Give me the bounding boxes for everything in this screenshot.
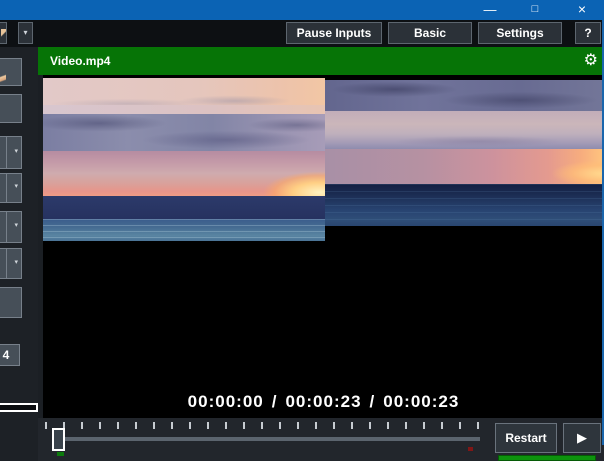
- sidebar-split-button-2[interactable]: ▾: [0, 173, 22, 203]
- sidebar-badge-button[interactable]: 4: [0, 344, 20, 366]
- play-button[interactable]: ▶: [563, 423, 601, 453]
- sidebar-split-button-1[interactable]: ▾: [0, 136, 22, 169]
- sidebar-split-button-3[interactable]: ▾: [0, 211, 22, 243]
- sunset-band: [325, 149, 604, 184]
- close-icon[interactable]: ×: [567, 0, 597, 20]
- divider: [6, 174, 7, 202]
- app-window: — □ × ▾ Pause Inputs Basic Settings ? ▾ …: [0, 0, 604, 461]
- maximize-icon[interactable]: □: [520, 0, 550, 20]
- input-selector-text-fragment: [1, 29, 7, 38]
- input-title: Video.mp4: [50, 47, 110, 75]
- ocean-band: [325, 184, 604, 226]
- left-sidebar: ▾ ▾ ▾ ▾ 4: [0, 47, 38, 461]
- toolbar: ▾ Pause Inputs Basic Settings ?: [0, 20, 604, 47]
- chevron-down-icon: ▾: [14, 221, 18, 229]
- ocean-band: [43, 219, 325, 241]
- sunset-band: [43, 151, 325, 196]
- timecode-duration: 00:00:23: [285, 392, 361, 411]
- timecode-separator: /: [264, 392, 286, 411]
- restart-button[interactable]: Restart: [495, 423, 557, 453]
- pause-inputs-button[interactable]: Pause Inputs: [286, 22, 382, 44]
- transport-bar: Restart ▶: [38, 418, 604, 461]
- minimize-icon[interactable]: —: [475, 0, 505, 20]
- ocean-band: [43, 196, 325, 219]
- sidebar-button-2[interactable]: [0, 94, 22, 123]
- input-selector-fragment[interactable]: [0, 22, 7, 44]
- video-frame-left: [43, 78, 325, 241]
- cloud-band: [325, 80, 604, 111]
- chevron-down-icon: ▾: [23, 28, 27, 37]
- settings-button[interactable]: Settings: [478, 22, 562, 44]
- next-input-header-fragment: [498, 455, 596, 461]
- divider: [6, 137, 7, 168]
- loop-out-marker: [468, 447, 473, 451]
- thumbnail-fragment: [0, 72, 6, 83]
- play-icon: ▶: [577, 430, 587, 445]
- sidebar-split-button-4[interactable]: ▾: [0, 248, 22, 279]
- divider: [6, 249, 7, 278]
- chevron-down-icon: ▾: [14, 147, 18, 155]
- timecode-display: 00:00:00/00:00:23/00:00:23: [43, 392, 604, 412]
- help-button[interactable]: ?: [575, 22, 601, 44]
- gear-icon[interactable]: ⚙: [584, 47, 598, 75]
- divider: [6, 212, 7, 242]
- input-selector-dropdown[interactable]: ▾: [18, 22, 33, 44]
- input-header[interactable]: Video.mp4 ⚙: [38, 47, 604, 75]
- timecode-separator: /: [362, 392, 384, 411]
- chevron-down-icon: ▾: [14, 182, 18, 190]
- video-frame-right: [325, 80, 604, 226]
- timecode-position: 00:00:00: [188, 392, 264, 411]
- video-preview[interactable]: 00:00:00/00:00:23/00:00:23: [43, 75, 604, 418]
- title-bar: — □ ×: [0, 0, 604, 20]
- basic-button[interactable]: Basic: [388, 22, 472, 44]
- seek-track[interactable]: [65, 437, 480, 441]
- sky-band: [325, 111, 604, 149]
- sidebar-button-1[interactable]: [0, 58, 22, 86]
- audio-meter-fragment: [0, 403, 38, 412]
- sidebar-button-3[interactable]: [0, 287, 22, 318]
- seek-handle[interactable]: [52, 428, 65, 451]
- timecode-remaining: 00:00:23: [383, 392, 459, 411]
- loop-in-marker: [57, 452, 64, 456]
- sky-band: [43, 78, 325, 105]
- chevron-down-icon: ▾: [14, 258, 18, 266]
- cloud-band: [43, 114, 325, 151]
- sky-band: [43, 105, 325, 114]
- seek-ruler: [45, 422, 482, 429]
